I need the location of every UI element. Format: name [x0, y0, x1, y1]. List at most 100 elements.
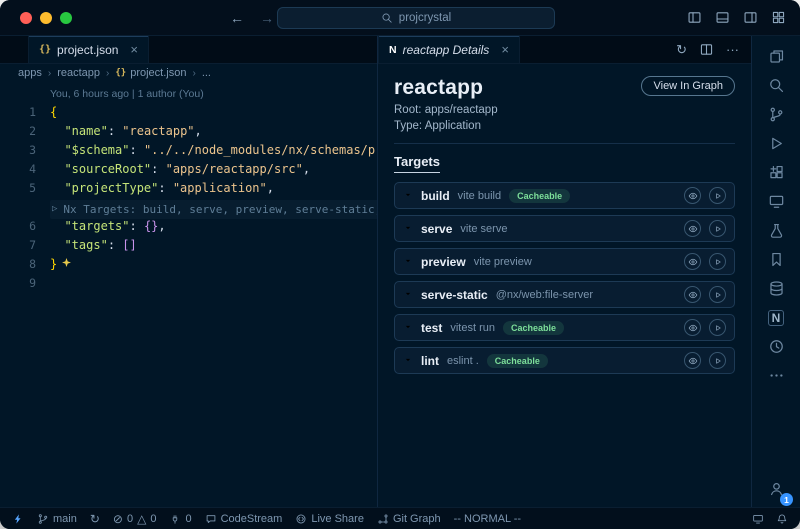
run-target-button[interactable]: [709, 253, 726, 270]
run-target-button[interactable]: [709, 319, 726, 336]
code-token: "targets": [64, 219, 129, 233]
code-line[interactable]: 7 "tags": []: [0, 236, 377, 255]
toggle-sidebar-left-icon[interactable]: [687, 10, 702, 25]
tabbar-right: N reactapp Details × ↻ ···: [378, 36, 751, 64]
target-row-serve[interactable]: servevite serve: [394, 215, 735, 242]
remote-indicator[interactable]: [12, 513, 24, 525]
code-line[interactable]: 6 "targets": {},: [0, 217, 377, 236]
target-row-serve-static[interactable]: serve-static@nx/web:file-server: [394, 281, 735, 308]
problems[interactable]: ⊘0△0: [113, 513, 157, 525]
activity-testing-button[interactable]: [752, 216, 800, 245]
close-tab-icon[interactable]: ×: [501, 42, 509, 57]
reveal-target-button[interactable]: [684, 319, 701, 336]
code-token: {: [50, 105, 57, 119]
code-line[interactable]: 1{: [0, 103, 377, 122]
git-graph-icon: [377, 513, 389, 525]
ports[interactable]: 0: [169, 513, 191, 525]
line-number: 9: [0, 274, 50, 293]
zoom-window-button[interactable]: [60, 12, 72, 24]
cacheable-badge: Cacheable: [503, 321, 564, 335]
activity-account-button[interactable]: 1: [752, 469, 800, 507]
target-row-preview[interactable]: previewvite preview: [394, 248, 735, 275]
chevron-down-icon[interactable]: [403, 253, 413, 271]
code-token: "application": [173, 181, 267, 195]
target-row-build[interactable]: buildvite buildCacheable: [394, 182, 735, 209]
forward-icon[interactable]: →: [260, 11, 274, 25]
command-center-search[interactable]: projcrystal: [277, 7, 555, 29]
breadcrumb-label: reactapp: [57, 67, 100, 79]
close-tab-icon[interactable]: ×: [130, 42, 138, 57]
back-icon[interactable]: ←: [230, 11, 244, 25]
chevron-down-icon[interactable]: [403, 352, 413, 370]
code-line[interactable]: 2 "name": "reactapp",: [0, 122, 377, 141]
breadcrumb-item[interactable]: {}project.json: [115, 67, 186, 79]
reveal-target-button[interactable]: [684, 187, 701, 204]
toggle-sidebar-right-icon[interactable]: [743, 10, 758, 25]
breadcrumb-item[interactable]: ...: [202, 67, 211, 79]
activity-files-button[interactable]: [752, 42, 800, 71]
target-row-lint[interactable]: linteslint .Cacheable: [394, 347, 735, 374]
code-token: :: [151, 162, 165, 176]
reveal-target-button[interactable]: [684, 352, 701, 369]
activity-bookmarks-button[interactable]: [752, 245, 800, 274]
layout-controls: [687, 10, 800, 25]
activity-nx-console-button[interactable]: N: [752, 303, 800, 332]
run-target-button[interactable]: [709, 352, 726, 369]
code-line[interactable]: 4 "sourceRoot": "apps/reactapp/src",: [0, 160, 377, 179]
chevron-down-icon[interactable]: [403, 319, 413, 337]
code-editor[interactable]: You, 6 hours ago | 1 author (You) 1{2 "na…: [0, 82, 377, 507]
close-window-button[interactable]: [20, 12, 32, 24]
reveal-target-button[interactable]: [684, 253, 701, 270]
targets-list: buildvite buildCacheable servevite serve p…: [394, 182, 735, 374]
activity-more-button[interactable]: [752, 361, 800, 390]
activity-remote-explorer-button[interactable]: [752, 187, 800, 216]
screen-share[interactable]: [752, 513, 764, 525]
breadcrumb-item[interactable]: reactapp: [57, 67, 100, 79]
toggle-panel-icon[interactable]: [715, 10, 730, 25]
activity-search-button[interactable]: [752, 71, 800, 100]
line-number: 3: [0, 141, 50, 160]
split-editor-icon[interactable]: [699, 42, 714, 57]
code-line[interactable]: 5 "projectType": "application",: [0, 179, 377, 198]
git-graph[interactable]: Git Graph: [377, 513, 441, 525]
tab-project-json[interactable]: {} project.json ×: [28, 36, 149, 63]
code-token: ,: [158, 219, 165, 233]
tab-reactapp-details[interactable]: N reactapp Details ×: [378, 36, 520, 63]
breadcrumb-item[interactable]: apps: [18, 67, 42, 79]
run-target-button[interactable]: [709, 220, 726, 237]
chevron-down-icon[interactable]: [403, 220, 413, 238]
line-number: 2: [0, 122, 50, 141]
codestream[interactable]: CodeStream: [205, 513, 283, 525]
view-in-graph-button[interactable]: View In Graph: [641, 76, 735, 96]
run-target-button[interactable]: [709, 286, 726, 303]
refresh-icon[interactable]: ↻: [676, 43, 687, 56]
code-line[interactable]: 3 "$schema": "../../node_modules/nx/sche…: [0, 141, 377, 160]
activity-extensions-button[interactable]: [752, 158, 800, 187]
code-line[interactable]: 8}: [0, 255, 377, 274]
activity-source-control-button[interactable]: [752, 100, 800, 129]
activity-run-debug-button[interactable]: [752, 129, 800, 158]
breadcrumb-separator: ›: [106, 68, 109, 79]
vim-mode[interactable]: -- NORMAL --: [454, 513, 521, 525]
reveal-target-button[interactable]: [684, 286, 701, 303]
notifications[interactable]: [776, 513, 788, 525]
play-icon: [713, 257, 723, 267]
minimize-window-button[interactable]: [40, 12, 52, 24]
activity-history-button[interactable]: [752, 332, 800, 361]
target-row-test[interactable]: testvitest runCacheable: [394, 314, 735, 341]
live-share[interactable]: Live Share: [295, 513, 364, 525]
code-token: "../../node_modules/nx/schemas/project-s: [144, 143, 377, 157]
codelens-text[interactable]: You, 6 hours ago | 1 author (You): [50, 88, 204, 100]
customize-layout-icon[interactable]: [771, 10, 786, 25]
more-actions-icon[interactable]: ···: [726, 43, 739, 56]
code-token: ,: [267, 181, 274, 195]
run-target-button[interactable]: [709, 187, 726, 204]
activity-database-button[interactable]: [752, 274, 800, 303]
nx-targets-hint[interactable]: ▷Nx Targets: build, serve, preview, serv…: [0, 198, 377, 217]
chevron-down-icon[interactable]: [403, 187, 413, 205]
git-branch[interactable]: main: [37, 513, 77, 525]
chevron-down-icon[interactable]: [403, 286, 413, 304]
sync-status[interactable]: ↻: [90, 513, 100, 525]
code-line[interactable]: 9: [0, 274, 377, 293]
reveal-target-button[interactable]: [684, 220, 701, 237]
